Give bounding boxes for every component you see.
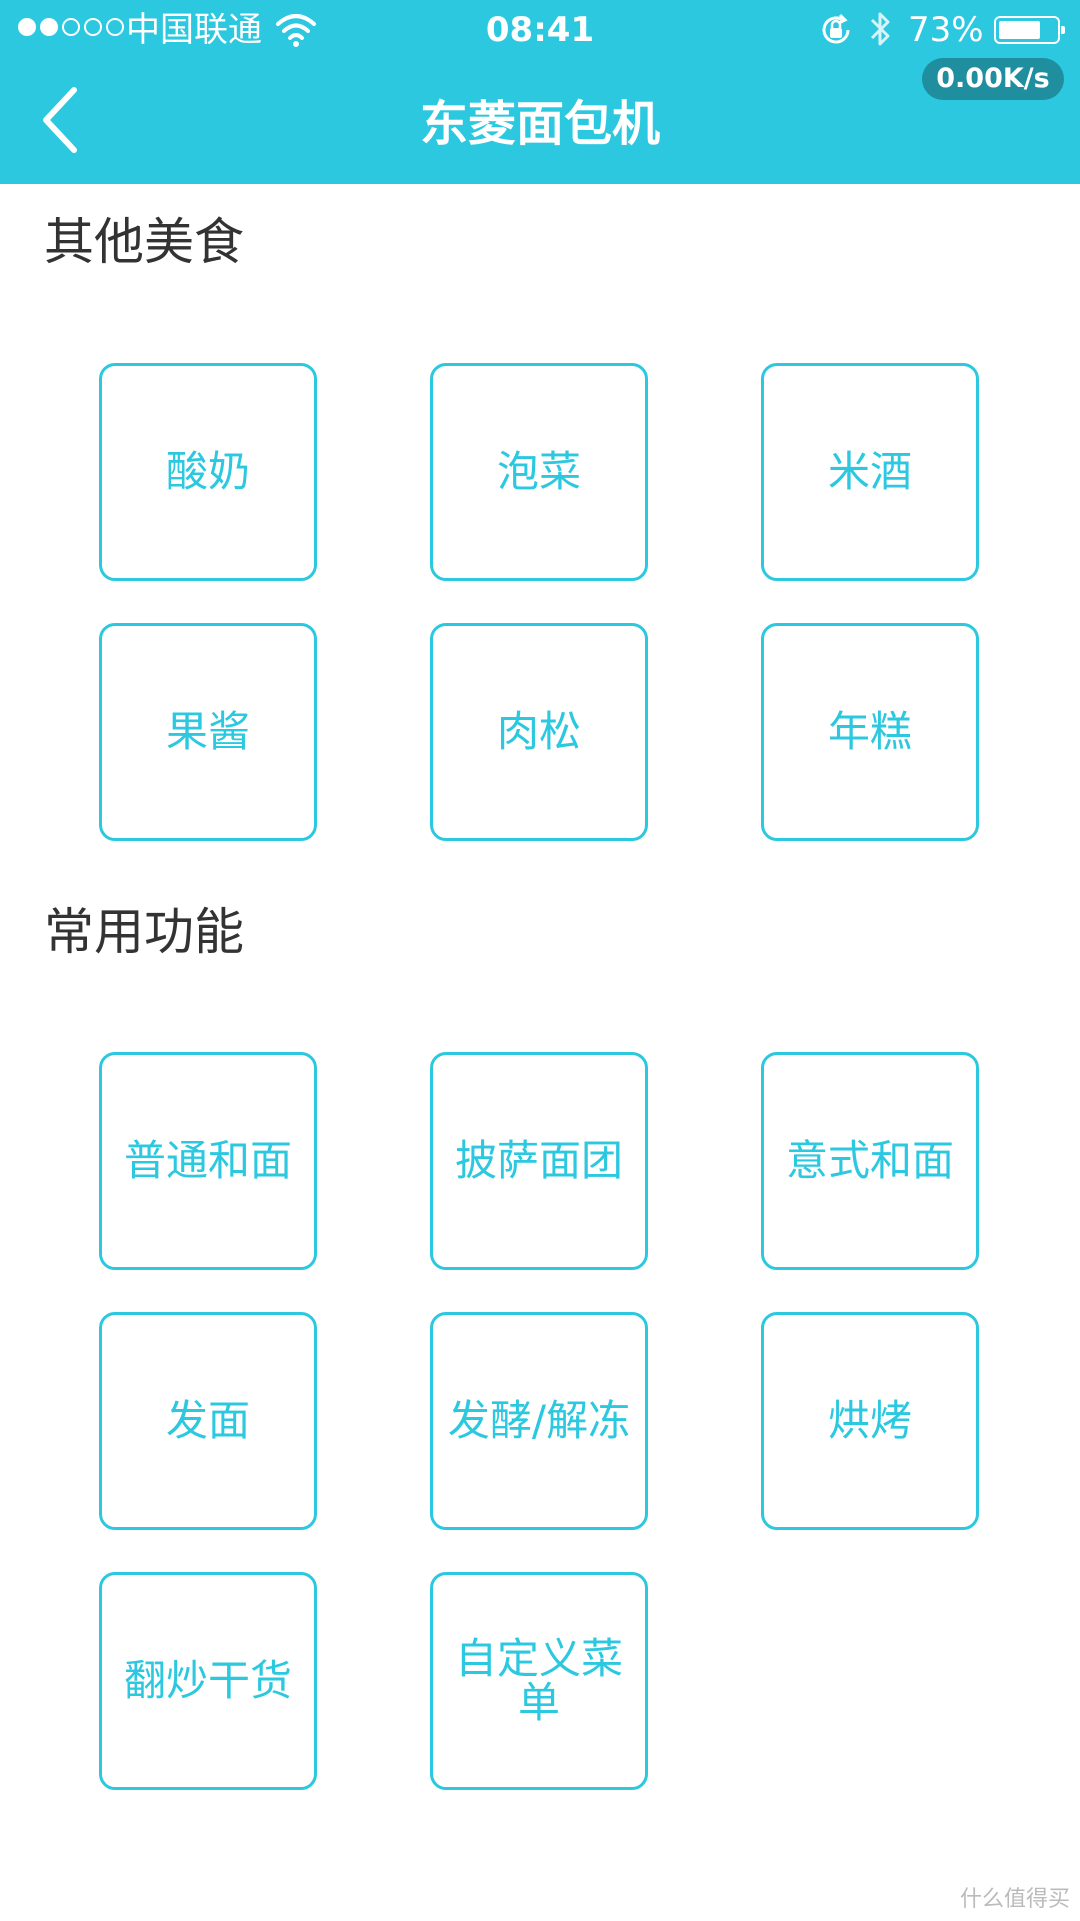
tile-button[interactable]: 烘烤	[761, 1312, 979, 1530]
tile-button[interactable]: 泡菜	[430, 363, 648, 581]
tile-button[interactable]: 果酱	[99, 623, 317, 841]
bluetooth-icon	[870, 12, 890, 46]
tile-label: 酸奶	[165, 447, 250, 496]
tile-label: 果酱	[165, 707, 250, 756]
battery-percent: 73%	[908, 10, 984, 50]
tile-button[interactable]: 自定义菜单	[430, 1572, 648, 1790]
tile-label: 普通和面	[123, 1136, 292, 1185]
tile-button[interactable]: 披萨面团	[430, 1052, 648, 1270]
header: 中国联通 08:41 73% 0.00K/s 东菱面包机	[0, 0, 1080, 184]
tile-label: 泡菜	[496, 447, 581, 496]
tile-button[interactable]: 普通和面	[99, 1052, 317, 1270]
tile-label: 意式和面	[785, 1136, 954, 1185]
tile-label: 发面	[165, 1396, 250, 1445]
tile-button[interactable]: 米酒	[761, 363, 979, 581]
battery-icon	[994, 16, 1065, 44]
page-title: 东菱面包机	[419, 96, 660, 152]
status-bar: 中国联通 08:41 73%	[0, 0, 1080, 60]
tile-label: 烘烤	[827, 1396, 912, 1445]
tile-label: 发酵/解冻	[447, 1396, 631, 1445]
tile-label: 自定义菜单	[454, 1634, 623, 1727]
section-title-other-food: 其他美食	[44, 213, 244, 271]
tile-button[interactable]: 翻炒干货	[99, 1572, 317, 1790]
tile-label: 肉松	[496, 707, 581, 756]
tile-button[interactable]: 年糕	[761, 623, 979, 841]
battery-fill	[999, 21, 1040, 39]
tile-button[interactable]: 发酵/解冻	[430, 1312, 648, 1530]
tile-label: 翻炒干货	[123, 1656, 292, 1705]
tile-button[interactable]: 酸奶	[99, 363, 317, 581]
tile-button[interactable]: 意式和面	[761, 1052, 979, 1270]
tile-label: 米酒	[827, 447, 912, 496]
section-title-common-functions: 常用功能	[44, 903, 244, 961]
tile-button[interactable]: 发面	[99, 1312, 317, 1530]
tile-label: 披萨面团	[454, 1136, 623, 1185]
watermark: 什么值得买	[959, 1887, 1070, 1912]
tile-label: 年糕	[827, 707, 912, 756]
tile-button[interactable]: 肉松	[430, 623, 648, 841]
rotation-lock-icon	[822, 13, 850, 44]
